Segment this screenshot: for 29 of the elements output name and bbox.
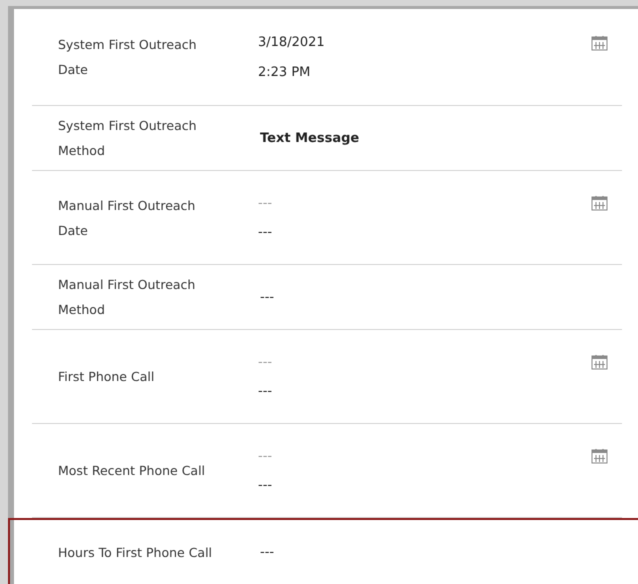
field-value: Text Message: [259, 130, 360, 146]
field-row[interactable]: First Phone Call --- ---: [32, 330, 622, 424]
field-row[interactable]: Manual First Outreach Date --- ---: [32, 171, 622, 265]
date-field[interactable]: ---: [258, 354, 378, 370]
date-field[interactable]: 3/18/2021: [258, 35, 378, 50]
field-row[interactable]: System First Outreach Date 3/18/2021 2:23 PM: [32, 9, 622, 106]
time-field[interactable]: ---: [258, 478, 378, 493]
time-field[interactable]: 2:23 PM: [258, 64, 378, 80]
field-label: Hours To First Phone Call: [57, 544, 214, 562]
field-row[interactable]: Manual First Outreach Method ---: [32, 265, 622, 330]
field-label: Manual First Outreach Date: [57, 196, 196, 240]
calendar-icon[interactable]: [591, 34, 608, 50]
field-label: System First Outreach Method: [57, 117, 198, 160]
field-label: First Phone Call: [57, 368, 156, 386]
field-label: Most Recent Phone Call: [57, 462, 206, 480]
field-label: Manual First Outreach Method: [57, 276, 196, 319]
field-label: System First Outreach Date: [57, 36, 198, 79]
field-row[interactable]: Most Recent Phone Call --- ---: [32, 424, 622, 518]
time-field[interactable]: ---: [258, 384, 378, 399]
time-field[interactable]: ---: [258, 225, 378, 240]
date-field[interactable]: ---: [258, 448, 378, 464]
date-field[interactable]: ---: [258, 196, 378, 210]
calendar-icon[interactable]: [591, 195, 608, 211]
calendar-icon[interactable]: [591, 354, 608, 370]
field-value: ---: [259, 544, 274, 560]
field-row[interactable]: Hours To First Phone Call ---: [8, 518, 638, 584]
calendar-icon[interactable]: [591, 448, 608, 464]
field-row[interactable]: System First Outreach Method Text Message: [32, 106, 622, 171]
field-value: ---: [259, 290, 274, 304]
